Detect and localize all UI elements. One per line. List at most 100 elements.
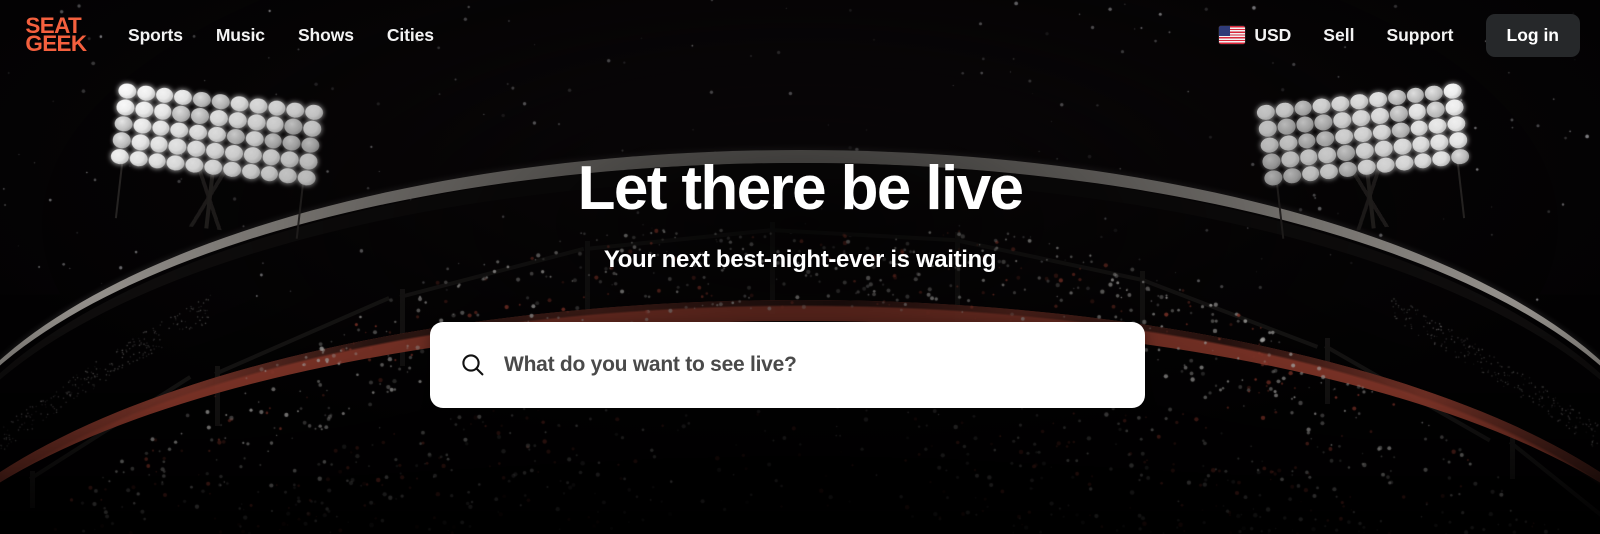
nav-item-sports[interactable]: Sports xyxy=(128,25,183,46)
floodlight-bulb xyxy=(115,98,136,117)
floodlight-bulb xyxy=(1282,166,1302,185)
floodlight-bulb xyxy=(1394,154,1414,172)
floodlight-bulb xyxy=(149,135,169,154)
floodlight-bulb xyxy=(1261,152,1282,171)
floodlight-bulb xyxy=(188,123,209,142)
floodlight-bulb xyxy=(151,119,171,137)
floodlight-bulb xyxy=(1351,109,1371,127)
floodlight-bulb xyxy=(1293,99,1313,117)
floodlight-bulb xyxy=(298,152,319,171)
floodlight-bulb xyxy=(1386,88,1407,107)
floodlight-bulb xyxy=(1338,160,1358,178)
floodlight-bulb xyxy=(1450,147,1470,166)
floodlight-bulb xyxy=(280,150,300,168)
floodlight-bulb xyxy=(117,82,137,100)
floodlight-bulb xyxy=(1390,121,1411,139)
header-utility-area: USD Sell Support Log in xyxy=(1219,13,1580,57)
floodlight-bulb xyxy=(259,164,280,183)
floodlight-bulb xyxy=(1355,142,1375,160)
floodlight-bulb xyxy=(1370,107,1390,125)
seatgeek-logo[interactable]: SEAT GEEK xyxy=(25,14,90,56)
floodlight-bulb xyxy=(278,166,298,185)
floodlight-bulb xyxy=(1274,101,1295,120)
floodlight-bulb xyxy=(132,117,152,135)
floodlight-bulb xyxy=(1257,120,1278,138)
floodlight-bulb xyxy=(1426,101,1446,119)
search-input[interactable] xyxy=(504,353,1121,377)
floodlight-bulb xyxy=(1300,164,1321,183)
floodlight-bulb xyxy=(1256,103,1276,122)
floodlight-bulb xyxy=(111,131,132,149)
floodlight-bulb xyxy=(300,136,321,154)
floodlight-bulb xyxy=(304,103,324,122)
floodlight-bulb xyxy=(1429,133,1450,151)
floodlight-bulb xyxy=(110,147,130,166)
floodlight-bulb xyxy=(147,152,167,170)
nav-item-shows[interactable]: Shows xyxy=(298,25,354,46)
floodlight-bulb xyxy=(1431,149,1452,168)
floodlight-bulb xyxy=(1314,113,1334,132)
floodlight-bulb xyxy=(261,148,281,166)
floodlight-bulb xyxy=(224,144,244,162)
floodlight-bulb xyxy=(285,101,306,120)
floodlight-bulb xyxy=(203,158,224,176)
seatgeek-homepage: SEAT GEEK Sports Music Shows Cities USD … xyxy=(0,0,1600,534)
floodlight-bulb xyxy=(1295,115,1315,134)
floodlight-bulb xyxy=(222,160,242,178)
floodlight-bulb xyxy=(1444,98,1465,117)
floodlight-bulb xyxy=(186,139,207,158)
floodlight-bulb xyxy=(207,125,227,144)
search-bar[interactable] xyxy=(430,322,1145,408)
crowd-sparkle-layer xyxy=(0,0,1600,534)
floodlight-bulb xyxy=(227,111,248,129)
floodlight-bulb xyxy=(1443,82,1463,100)
floodlight-bulb xyxy=(1319,162,1340,180)
floodlight-bulb xyxy=(154,86,175,105)
floodlight-bulb xyxy=(1259,136,1280,154)
floodlight-bulb xyxy=(1373,139,1394,158)
floodlight-bulb xyxy=(248,97,268,115)
floodlight-bulb xyxy=(1368,91,1388,109)
floodlight-bulb xyxy=(1407,103,1427,121)
floodlight-bulb xyxy=(263,132,283,150)
primary-navigation: Sports Music Shows Cities xyxy=(128,25,434,46)
floodlight-bulb xyxy=(244,130,265,148)
floodlight-bulb xyxy=(1317,146,1338,164)
floodlight-bulb xyxy=(169,121,190,139)
floodlight-bulb xyxy=(302,120,323,138)
floodlight-bulb xyxy=(240,162,261,180)
floodlight-bulb xyxy=(1280,150,1300,168)
floodlight-bulb xyxy=(173,88,194,107)
floodlight-bulb xyxy=(1312,97,1332,115)
floodlight-bulb xyxy=(1349,93,1370,111)
floodlight-bulb xyxy=(209,109,229,127)
floodlight-bulb xyxy=(1411,135,1431,154)
logo-line-bottom: GEEK xyxy=(25,31,87,56)
support-link[interactable]: Support xyxy=(1386,25,1453,46)
floodlight-bulb xyxy=(1278,134,1298,152)
sell-link[interactable]: Sell xyxy=(1323,25,1354,46)
floodlight-bulb xyxy=(1356,158,1377,176)
floodlight-bulb xyxy=(267,99,287,117)
floodlight-bulb xyxy=(1353,125,1373,144)
nav-item-music[interactable]: Music xyxy=(216,25,265,46)
login-button[interactable]: Log in xyxy=(1485,13,1580,57)
floodlight-bulb xyxy=(1334,127,1355,146)
floodlight-bulb xyxy=(1336,144,1356,162)
currency-selector[interactable]: USD xyxy=(1219,25,1291,46)
floodlight-bulb xyxy=(113,115,134,133)
floodlight-bulb xyxy=(1371,123,1392,142)
currency-label: USD xyxy=(1254,24,1292,45)
floodlight-bulb xyxy=(184,156,205,174)
floodlight-bulb xyxy=(282,134,302,152)
floodlight-bulb xyxy=(1315,130,1336,148)
floodlight-bulb xyxy=(246,113,266,132)
floodlight-bulb xyxy=(1428,117,1448,135)
floodlight-bulb xyxy=(242,146,263,164)
floodlight-bulb xyxy=(1405,86,1426,105)
floodlight-bulb xyxy=(229,95,250,113)
floodlight-bulb xyxy=(1388,105,1409,123)
floodlight-bulb xyxy=(1446,115,1467,133)
floodlight-bulb xyxy=(1332,111,1353,129)
nav-item-cities[interactable]: Cities xyxy=(387,25,434,46)
